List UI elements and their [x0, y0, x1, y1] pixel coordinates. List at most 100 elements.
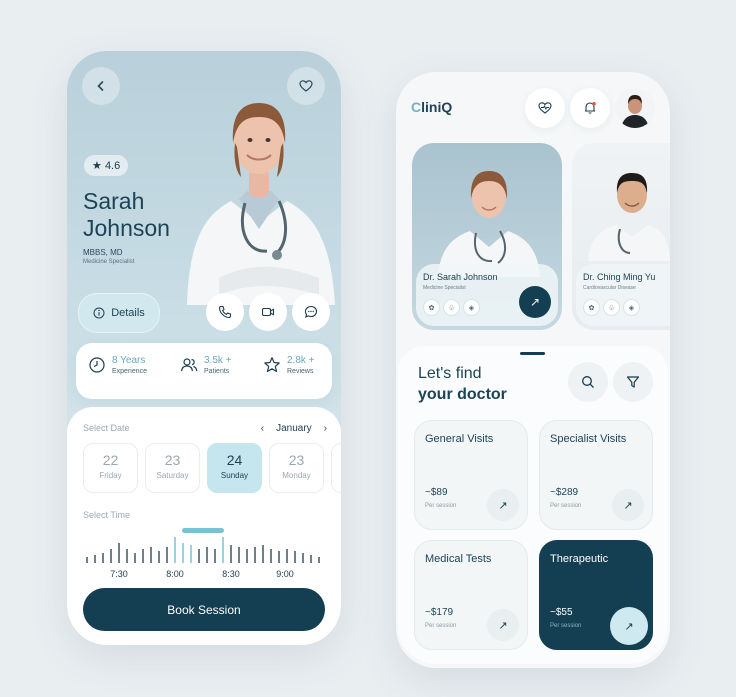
time-range-handle[interactable] [182, 528, 224, 533]
stat-patients: 3.5k + Patients [180, 355, 232, 375]
select-time-label: Select Time [83, 510, 131, 520]
lungs-icon: ♧ [603, 299, 620, 316]
user-avatar-image [615, 88, 655, 128]
date-card[interactable]: 22 Friday [83, 443, 138, 493]
service-card-specialist[interactable]: Specialist Visits ~$289 Per session ↗ [539, 420, 653, 530]
details-button[interactable]: Details [78, 293, 160, 333]
service-card-tests[interactable]: Medical Tests ~$179 Per session ↗ [414, 540, 528, 650]
stat-reviews: 2.8k + Reviews [263, 355, 315, 375]
service-title: General Visits [425, 433, 494, 445]
app-logo: CliniQ [411, 99, 452, 115]
call-button[interactable] [206, 293, 244, 331]
service-price: ~$179 [425, 607, 454, 618]
service-per: Per session [550, 623, 582, 629]
service-per: Per session [425, 623, 457, 629]
doctor-card-photo [438, 171, 540, 277]
service-card-general[interactable]: General Visits ~$89 Per session ↗ [414, 420, 528, 530]
sheet-handle[interactable] [520, 352, 545, 355]
search-button[interactable] [568, 362, 608, 402]
date-card[interactable]: 23 Saturday [145, 443, 200, 493]
doctor-card[interactable]: Dr. Sarah Johnson Medicine Specialist ✿ … [412, 143, 562, 330]
video-call-button[interactable] [249, 293, 287, 331]
service-open-button[interactable]: ↗ [487, 489, 519, 521]
filter-icon [626, 376, 640, 388]
date-card[interactable]: 23 Monday [269, 443, 324, 493]
service-price: ~$89 [425, 487, 448, 498]
stat-label: Reviews [287, 368, 314, 375]
date-day: Monday [282, 471, 311, 480]
users-icon [180, 358, 198, 372]
filter-button[interactable] [613, 362, 653, 402]
stats-card: 8 Years Experience 3.5k + Patients 2.8k … [76, 343, 332, 399]
service-open-button[interactable]: ↗ [610, 607, 648, 645]
doctor-name: Sarah Johnson [83, 188, 193, 242]
service-open-button[interactable]: ↗ [487, 609, 519, 641]
date-number: 23 [288, 452, 305, 468]
date-card-partial[interactable] [331, 443, 341, 493]
doctor-specialty: Medicine Specialist [83, 259, 135, 265]
find-title-line2: your doctor [418, 386, 507, 403]
clock-icon [89, 357, 105, 373]
rating-badge: ★ 4.6 [84, 155, 129, 176]
date-card-selected[interactable]: 24 Sunday [207, 443, 262, 493]
booking-sheet: Select Date ‹ January › 22 Friday 23 Sat… [67, 407, 341, 645]
doctor-card[interactable]: Dr. Ching Ming Yu Cardiovascular Disease… [572, 143, 670, 330]
stat-experience: 8 Years Experience [88, 355, 147, 375]
service-title: Therapeutic [550, 553, 609, 565]
date-number: 23 [164, 452, 181, 468]
doctor-card-tags: ✿ ♧ ◈ [423, 299, 480, 316]
video-icon [261, 307, 275, 317]
brain-icon: ✿ [583, 299, 600, 316]
find-doctor-sheet: Let's find your doctor General Visits ~$… [398, 346, 668, 664]
health-button[interactable] [525, 88, 565, 128]
service-open-button[interactable]: ↗ [612, 489, 644, 521]
logo-initial: C [411, 99, 422, 115]
service-card-therapeutic[interactable]: Therapeutic ~$55 Per session ↗ [539, 540, 653, 650]
doctor-card-open-button[interactable]: ↗ [519, 286, 551, 318]
arrow-up-right-icon: ↗ [498, 619, 508, 632]
time-slider[interactable]: 7:30 8:00 8:30 9:00 [83, 525, 325, 581]
lungs-icon: ♧ [443, 299, 460, 316]
star-outline-icon [264, 357, 280, 372]
heart-pulse-icon [538, 102, 552, 114]
date-number: 22 [102, 452, 119, 468]
user-avatar[interactable] [615, 88, 655, 128]
date-day: Sunday [220, 471, 249, 480]
doctor-degree: MBBS, MD [83, 248, 123, 257]
chevron-left-icon [97, 81, 104, 91]
star-icon: ★ [92, 160, 102, 172]
date-number: 24 [226, 452, 243, 468]
arrow-up-right-icon: ↗ [624, 620, 634, 633]
doctor-card-tags: ✿ ♧ ◈ [583, 299, 640, 316]
notification-button[interactable] [570, 88, 610, 128]
back-button[interactable] [82, 67, 120, 105]
pill-icon: ◈ [623, 299, 640, 316]
service-title: Medical Tests [425, 553, 492, 565]
doctor-first-name: Sarah [83, 188, 145, 214]
pill-icon: ◈ [463, 299, 480, 316]
time-label: 7:30 [110, 569, 128, 579]
select-date-label: Select Date [83, 423, 130, 433]
phone-icon [218, 305, 232, 319]
message-button[interactable] [292, 293, 330, 331]
doctor-card-name: Dr. Ching Ming Yu [583, 272, 656, 282]
next-month-button[interactable]: › [324, 423, 327, 434]
details-label: Details [111, 307, 145, 319]
doctor-card-photo [588, 173, 670, 261]
date-day: Friday [99, 471, 122, 480]
doctor-profile-screen: ★ 4.6 Sarah Johnson MBBS, MD Medicine Sp… [67, 51, 341, 645]
prev-month-button[interactable]: ‹ [261, 423, 264, 434]
book-session-button[interactable]: Book Session [83, 588, 325, 631]
find-title-line1: Let's find [418, 365, 482, 382]
doctor-photo [187, 103, 335, 305]
date-day: Saturday [156, 471, 189, 480]
stat-value: 3.5k + [204, 355, 232, 366]
arrow-up-right-icon: ↗ [623, 499, 633, 512]
rating-value: 4.6 [104, 160, 121, 172]
stat-label: Experience [112, 368, 148, 375]
service-price: ~$289 [550, 487, 579, 498]
doctor-card-specialty: Cardiovascular Disease [583, 285, 636, 291]
time-label: 8:00 [166, 569, 184, 579]
stat-label: Patients [204, 368, 230, 375]
stat-value: 2.8k + [287, 355, 315, 366]
